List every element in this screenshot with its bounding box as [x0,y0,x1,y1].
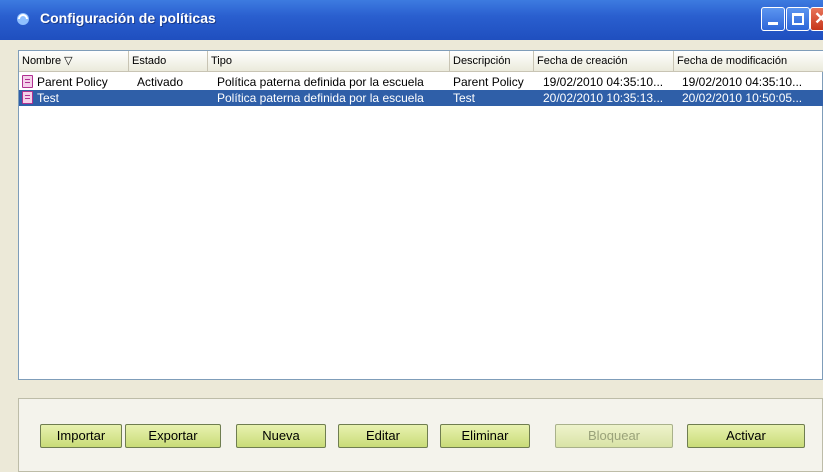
window-title: Configuración de políticas [40,10,216,26]
block-button: Bloquear [555,424,673,448]
delete-button[interactable]: Eliminar [440,424,530,448]
cell-fecha-modificacion: 19/02/2010 04:35:10... [682,75,803,89]
policy-config-window: Configuración de políticas ✕ Nombre ▽ Es… [0,0,823,472]
column-header-fecha-modificacion[interactable]: Fecha de modificación [674,51,823,71]
column-header-tipo[interactable]: Tipo [208,51,450,71]
minimize-button[interactable] [761,7,785,31]
cell-estado [137,90,207,106]
cell-tipo: Política paterna definida por la escuela [217,91,424,105]
policy-list[interactable]: Nombre ▽ Estado Tipo Descripción Fecha d… [18,50,823,380]
minimize-icon [768,22,778,25]
table-row[interactable]: Parent Policy Activado Política paterna … [19,74,823,90]
app-icon [17,13,29,25]
cell-fecha-creacion: 19/02/2010 04:35:10... [543,75,664,89]
edit-button[interactable]: Editar [338,424,428,448]
activate-button[interactable]: Activar [687,424,805,448]
close-button[interactable]: ✕ [810,7,823,31]
column-header-nombre[interactable]: Nombre ▽ [19,51,129,71]
maximize-button[interactable] [786,7,810,31]
import-button[interactable]: Importar [40,424,122,448]
cell-nombre: Parent Policy [37,75,108,89]
new-button[interactable]: Nueva [236,424,326,448]
policy-document-icon [22,91,33,104]
cell-descripcion: Parent Policy [453,75,524,89]
title-bar[interactable]: Configuración de políticas ✕ [0,0,823,40]
table-row[interactable]: Test Política paterna definida por la es… [19,90,823,106]
cell-fecha-creacion: 20/02/2010 10:35:13... [543,91,664,105]
maximize-icon [792,13,804,25]
cell-descripcion: Test [453,91,476,105]
cell-estado: Activado [137,75,184,89]
column-header-descripcion[interactable]: Descripción [450,51,534,71]
close-icon: ✕ [814,9,823,28]
policy-document-icon [22,75,33,88]
column-header-estado[interactable]: Estado [129,51,208,71]
column-header-fecha-creacion[interactable]: Fecha de creación [534,51,674,71]
cell-fecha-modificacion: 20/02/2010 10:50:05... [682,91,803,105]
cell-tipo: Política paterna definida por la escuela [217,75,424,89]
list-header: Nombre ▽ Estado Tipo Descripción Fecha d… [19,51,823,72]
cell-nombre: Test [37,91,60,105]
export-button[interactable]: Exportar [125,424,221,448]
